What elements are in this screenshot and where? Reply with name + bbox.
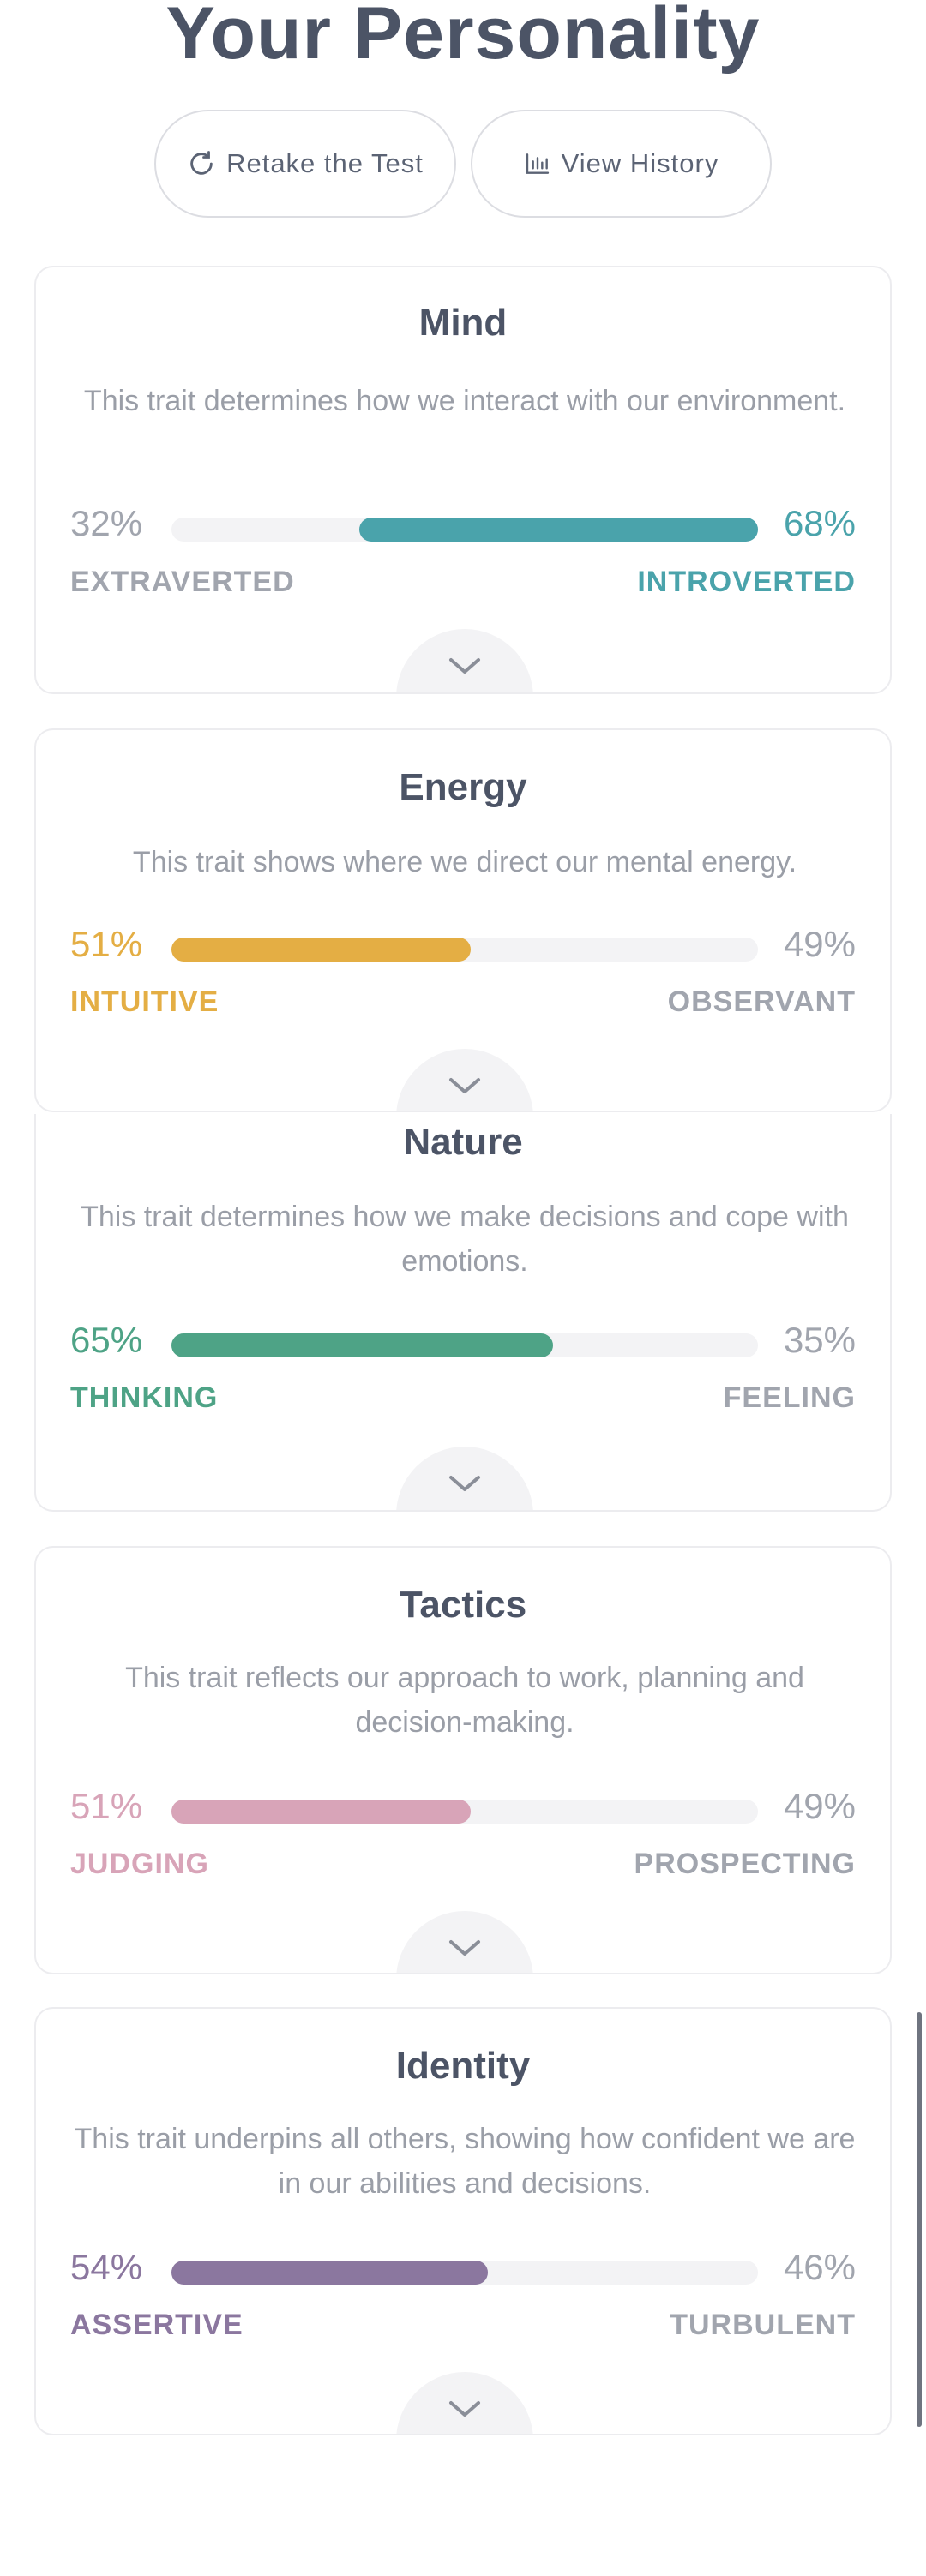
trait-description: This trait shows where we direct our men… (132, 846, 797, 878)
left-trait-label: JUDGING (70, 1848, 209, 1880)
trait-title: Energy (399, 766, 527, 808)
refresh-icon (187, 149, 216, 178)
action-bar: Retake the Test View History (0, 110, 926, 218)
trait-card-identity: Identity This trait underpins all others… (34, 2007, 892, 2435)
right-percent: 46% (783, 2247, 856, 2287)
trait-progress-fill (171, 938, 471, 962)
view-history-button[interactable]: View History (471, 110, 772, 218)
trait-progress-track (171, 938, 758, 962)
right-percent: 35% (783, 1320, 856, 1360)
trait-card-nature: Nature This trait determines how we make… (34, 1114, 892, 1512)
right-percent: 68% (783, 503, 856, 543)
retake-test-button[interactable]: Retake the Test (154, 110, 456, 218)
trait-title: Tactics (399, 1584, 527, 1626)
bar-chart-icon (524, 150, 551, 177)
right-percent: 49% (783, 1786, 856, 1826)
chevron-down-icon (446, 1472, 484, 1510)
left-percent: 51% (70, 924, 143, 964)
trait-description: This trait determines how we interact wi… (83, 385, 846, 417)
left-trait-label: EXTRAVERTED (70, 566, 295, 598)
left-percent: 54% (70, 2247, 143, 2287)
expand-button[interactable] (396, 1911, 533, 1973)
trait-progress-fill (358, 518, 758, 542)
retake-test-label: Retake the Test (226, 148, 424, 178)
left-percent: 65% (70, 1320, 143, 1360)
trait-progress-fill (171, 2261, 489, 2285)
trait-progress-fill (171, 1800, 471, 1824)
right-trait-label: FEELING (723, 1381, 856, 1414)
trait-card-mind: Mind This trait determines how we intera… (34, 266, 892, 694)
expand-button[interactable] (396, 1049, 533, 1111)
trait-progress-track (171, 518, 758, 542)
scrollbar[interactable] (917, 2012, 922, 2427)
trait-description: This trait determines how we make decisi… (81, 1201, 849, 1278)
chevron-down-icon (446, 1075, 484, 1111)
chevron-down-icon (446, 2398, 484, 2434)
trait-card-tactics: Tactics This trait reflects our approach… (34, 1546, 892, 1974)
page-title: Your Personality (165, 0, 761, 75)
trait-progress-fill (171, 1333, 553, 1357)
trait-description: This trait reflects our approach to work… (125, 1662, 804, 1739)
expand-button[interactable] (396, 629, 533, 692)
chevron-down-icon (446, 1937, 484, 1973)
trait-progress-track (171, 2261, 758, 2285)
expand-button[interactable] (396, 1447, 533, 1510)
left-trait-label: INTUITIVE (70, 985, 219, 1018)
right-trait-label: TURBULENT (670, 2309, 856, 2341)
trait-card-energy: Energy This trait shows where we direct … (34, 728, 892, 1112)
left-trait-label: THINKING (70, 1381, 219, 1414)
trait-progress-track (171, 1333, 758, 1357)
chevron-down-icon (446, 655, 484, 692)
trait-description: This trait underpins all others, showing… (74, 2123, 856, 2200)
view-history-label: View History (561, 148, 719, 178)
trait-title: Identity (395, 2045, 531, 2087)
trait-progress-track (171, 1800, 758, 1824)
left-percent: 51% (70, 1786, 143, 1826)
left-percent: 32% (70, 503, 143, 543)
trait-title: Nature (403, 1121, 523, 1163)
right-trait-label: PROSPECTING (634, 1848, 856, 1880)
personality-page: Your Personality Retake the Test View Hi… (0, 0, 926, 2576)
right-percent: 49% (783, 924, 856, 964)
trait-title: Mind (418, 302, 508, 344)
right-trait-label: INTROVERTED (637, 566, 856, 598)
right-trait-label: OBSERVANT (667, 985, 856, 1018)
left-trait-label: ASSERTIVE (70, 2309, 244, 2341)
expand-button[interactable] (396, 2372, 533, 2434)
